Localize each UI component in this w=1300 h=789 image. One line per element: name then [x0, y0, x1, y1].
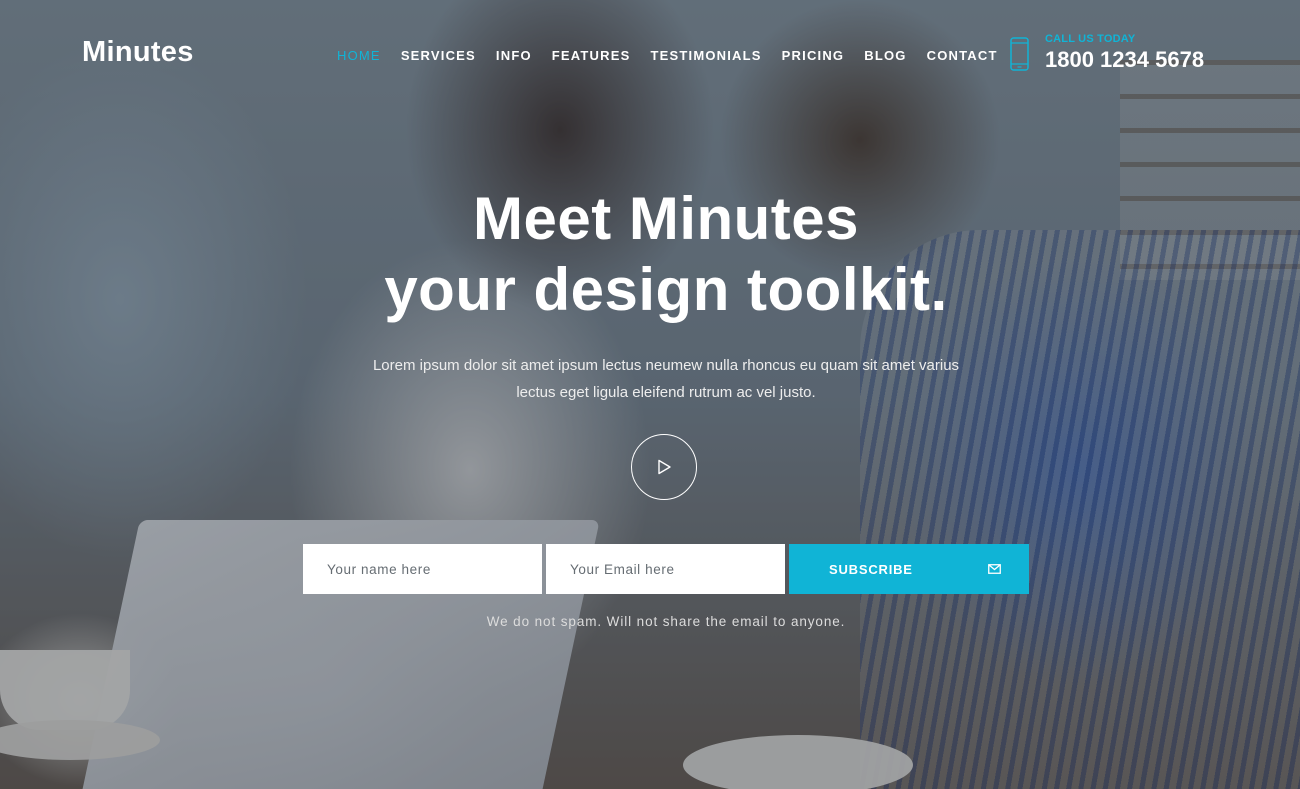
- nav-item-features[interactable]: FEATURES: [552, 48, 631, 63]
- hero-headline: Meet Minutes your design toolkit.: [300, 183, 1032, 325]
- name-input[interactable]: [303, 544, 542, 594]
- headline-line-2: your design toolkit.: [384, 256, 948, 323]
- spam-notice: We do not spam. Will not share the email…: [486, 614, 846, 629]
- hero-subtext: Lorem ipsum dolor sit amet ipsum lectus …: [372, 357, 960, 401]
- play-icon: [656, 459, 672, 475]
- hero-section: Minutes HOME SERVICES INFO FEATURES TEST…: [0, 0, 1300, 789]
- subscribe-button[interactable]: SUBSCRIBE: [789, 544, 1029, 594]
- site-logo[interactable]: Minutes: [82, 36, 194, 69]
- nav-item-info[interactable]: INFO: [496, 48, 532, 63]
- phone-number[interactable]: 1800 1234 5678: [1045, 47, 1204, 73]
- main-nav: HOME SERVICES INFO FEATURES TESTIMONIALS…: [337, 48, 998, 63]
- nav-item-testimonials[interactable]: TESTIMONIALS: [650, 48, 761, 63]
- call-us-label: CALL US TODAY: [1045, 33, 1136, 45]
- mobile-phone-icon: [1010, 37, 1029, 71]
- email-input[interactable]: [546, 544, 785, 594]
- nav-item-home[interactable]: HOME: [337, 48, 381, 63]
- nav-item-contact[interactable]: CONTACT: [927, 48, 998, 63]
- nav-item-pricing[interactable]: PRICING: [782, 48, 845, 63]
- envelope-icon: [988, 564, 1001, 574]
- nav-item-blog[interactable]: BLOG: [864, 48, 906, 63]
- headline-line-1: Meet Minutes: [472, 185, 860, 252]
- nav-item-services[interactable]: SERVICES: [401, 48, 476, 63]
- subscribe-label: SUBSCRIBE: [829, 561, 913, 577]
- play-video-button[interactable]: [631, 434, 697, 500]
